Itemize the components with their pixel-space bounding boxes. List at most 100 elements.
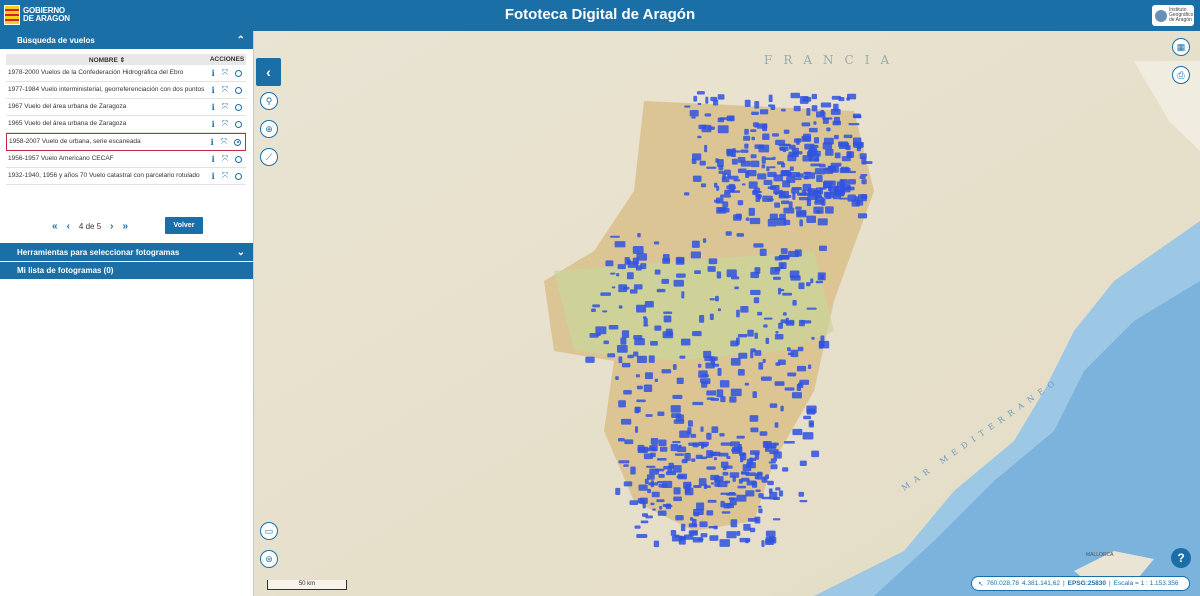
column-header-actions: ACCIONES <box>209 56 245 63</box>
coverage-tile <box>692 153 702 161</box>
coverage-tile <box>737 485 747 489</box>
chevron-up-icon[interactable]: ⌃ <box>237 35 245 46</box>
row-actions: i ⤧ <box>207 137 245 147</box>
coverage-tile <box>782 312 787 316</box>
coverage-tile <box>794 178 802 181</box>
coverage-tile <box>753 243 764 248</box>
coverage-tile <box>673 496 682 502</box>
info-icon[interactable]: i <box>211 137 214 147</box>
coverage-tile <box>826 127 831 132</box>
table-row[interactable]: 1965 Vuelo del área urbana de Zaragoza i ⤧ <box>6 116 246 133</box>
coverage-tile <box>736 233 744 237</box>
tools-panel-header[interactable]: Herramientas para seleccionar fotogramas… <box>0 243 253 261</box>
coverage-tile <box>823 181 832 188</box>
select-radio[interactable] <box>235 103 243 111</box>
coverage-tile <box>786 176 796 183</box>
ign-logo[interactable]: Instituto Geográfico de Aragón <box>1152 5 1194 26</box>
top-bar: GOBIERNO DE ARAGON Fototeca Digital de A… <box>0 0 1200 31</box>
print-icon[interactable]: ⎙ <box>1172 66 1190 84</box>
zoom-extent-icon[interactable]: ⤧ <box>222 102 228 112</box>
table-body: 1978-2000 Vuelos de la Confederación Hid… <box>6 65 246 185</box>
info-icon[interactable]: i <box>212 85 215 95</box>
coverage-tile <box>650 341 658 346</box>
search-panel-header[interactable]: Búsqueda de vuelos ⌃ <box>0 31 253 49</box>
coverage-tile <box>746 170 757 177</box>
coverage-tile <box>663 465 673 470</box>
table-row[interactable]: 1956-1957 Vuelo Americano CECAF i ⤧ <box>6 151 246 168</box>
map-canvas[interactable]: FRANCIA MAR MEDITERRANEO MALLORCA <box>254 31 1200 596</box>
row-actions: i ⤧ <box>208 102 246 112</box>
coverage-tile <box>674 453 685 456</box>
select-radio[interactable] <box>235 120 243 128</box>
coverage-tile <box>691 458 696 462</box>
coverage-tile <box>701 381 708 388</box>
table-row[interactable]: 1978-2000 Vuelos de la Confederación Hid… <box>6 65 246 82</box>
coverage-tile <box>654 269 661 275</box>
first-page-button[interactable]: « <box>52 221 58 232</box>
binoculars-icon[interactable]: ⚲ <box>260 92 278 110</box>
help-button[interactable]: ? <box>1171 548 1191 568</box>
info-icon[interactable]: i <box>212 119 215 129</box>
coverage-tile <box>699 521 708 528</box>
coverage-tile <box>635 406 641 413</box>
list-panel-header[interactable]: Mi lista de fotogramas (0) <box>0 261 253 279</box>
cursor-icon: ↖ <box>978 580 984 588</box>
ruler-icon[interactable]: ⟋ <box>260 148 278 166</box>
coverage-tile <box>602 310 608 313</box>
coverage-tile <box>803 133 811 142</box>
coverage-tile <box>730 276 740 280</box>
coverage-tile <box>747 329 754 337</box>
zoom-extent-icon[interactable]: ⤧ <box>222 85 228 95</box>
table-row[interactable]: 1958-2007 Vuelo de urbana, serie escanea… <box>6 133 246 151</box>
search-panel-body: NOMBRE ⇕ ACCIONES 1978-2000 Vuelos de la… <box>0 49 253 234</box>
select-radio[interactable] <box>235 86 243 94</box>
coverage-tile <box>782 292 793 296</box>
coverage-tile <box>739 537 751 543</box>
coverage-tile <box>713 457 717 461</box>
zoom-extent-icon[interactable]: ⤧ <box>222 119 228 129</box>
select-radio[interactable] <box>235 69 243 77</box>
epsg-code[interactable]: EPSG:25830 <box>1068 580 1106 587</box>
coverage-tile <box>643 318 648 325</box>
collapse-sidebar-button[interactable]: ‹ <box>256 58 281 86</box>
grid-icon[interactable]: ▦ <box>1172 38 1190 56</box>
info-icon[interactable]: i <box>212 171 215 181</box>
table-row[interactable]: 1967 Vuelo del área urbana de Zaragoza i ⤧ <box>6 99 246 116</box>
zoom-extent-icon[interactable]: ⤧ <box>221 137 227 147</box>
table-row[interactable]: 1932-1940, 1956 y años 70 Vuelo catastra… <box>6 168 246 185</box>
select-radio[interactable] <box>235 172 243 180</box>
info-icon[interactable]: i <box>212 154 215 164</box>
coverage-tile <box>634 426 639 433</box>
map-viewport[interactable]: FRANCIA MAR MEDITERRANEO MALLORCA <box>254 31 1200 596</box>
coverage-tile <box>736 530 741 536</box>
coverage-tile <box>698 124 707 130</box>
zoom-search-icon[interactable]: ⊕ <box>260 120 278 138</box>
coverage-tile <box>717 94 725 100</box>
coverage-tile <box>644 300 654 308</box>
zoom-extent-icon[interactable]: ⤧ <box>222 154 228 164</box>
info-icon[interactable]: i <box>212 102 215 112</box>
select-radio[interactable] <box>234 138 242 146</box>
back-button[interactable]: Volver <box>165 217 203 234</box>
coverage-tile <box>714 182 718 188</box>
coverage-tile <box>856 144 861 152</box>
next-page-button[interactable]: › <box>110 221 113 232</box>
chevron-down-icon[interactable]: ⌄ <box>237 247 245 258</box>
coverage-tile <box>754 332 758 339</box>
zoom-extent-icon[interactable]: ⤧ <box>222 68 228 78</box>
prev-page-button[interactable]: ‹ <box>67 221 70 232</box>
coverage-tile <box>700 533 708 538</box>
layers-icon[interactable]: ▭ <box>260 522 278 540</box>
last-page-button[interactable]: » <box>123 221 129 232</box>
column-header-name[interactable]: NOMBRE ⇕ <box>6 56 208 64</box>
zoom-extent-icon[interactable]: ⤧ <box>222 171 228 181</box>
coverage-tile <box>659 505 663 510</box>
coverage-tile <box>617 264 626 270</box>
coverage-tile <box>709 313 714 320</box>
table-row[interactable]: 1977-1984 Vuelo interministerial, georre… <box>6 82 246 99</box>
info-icon[interactable]: i <box>212 68 215 78</box>
coverage-tile <box>717 308 721 312</box>
coverage-tile <box>688 442 698 446</box>
globe-icon[interactable]: ⊛ <box>260 550 278 568</box>
select-radio[interactable] <box>235 155 243 163</box>
